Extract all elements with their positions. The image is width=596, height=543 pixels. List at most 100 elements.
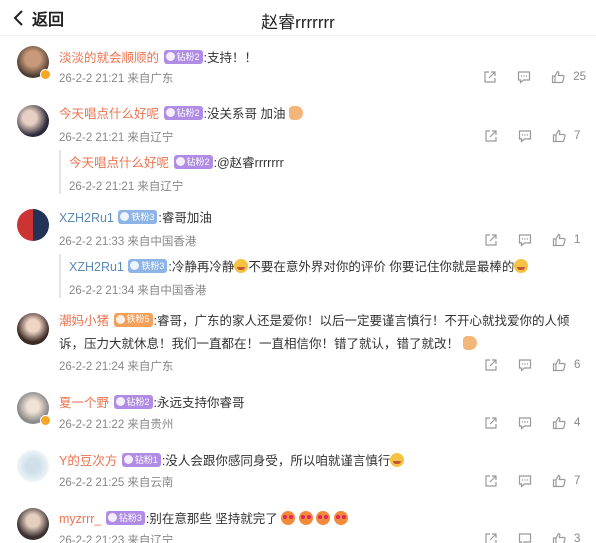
avatar[interactable] bbox=[17, 105, 49, 137]
like-icon bbox=[552, 474, 566, 488]
comment-text: :别在意那些 坚持就完了 bbox=[145, 512, 278, 526]
reply-text-2: 不要在意外界对你的评价 你要记住你就是最棒的 bbox=[248, 260, 515, 274]
comment-actions: 7 bbox=[484, 127, 586, 145]
comment-actions: 25 bbox=[483, 68, 586, 86]
diamond-icon bbox=[115, 397, 125, 406]
fan-badge[interactable]: 铁粉3 bbox=[128, 258, 168, 273]
comment-button[interactable] bbox=[518, 415, 534, 431]
like-icon bbox=[552, 129, 566, 143]
share-button[interactable] bbox=[484, 357, 500, 373]
like-button[interactable] bbox=[552, 232, 568, 248]
reply-text-line: 今天唱点什么好呢 钻粉2 :@赵睿rrrrrrr bbox=[69, 154, 588, 172]
username-link[interactable]: Y的豆次方 bbox=[59, 454, 117, 468]
comment-text: :没人会跟你感同身受，所以咱就谨言慎行 bbox=[161, 454, 391, 468]
share-icon bbox=[485, 359, 497, 371]
like-icon bbox=[552, 70, 565, 84]
comment-icon bbox=[518, 130, 532, 143]
comment-icon bbox=[518, 533, 532, 543]
like-button[interactable] bbox=[552, 531, 568, 543]
comment-text: :永远支持你睿哥 bbox=[153, 396, 245, 410]
share-icon bbox=[485, 417, 497, 429]
heart-eyes-emoji-icon bbox=[298, 511, 313, 525]
comment-text-line: Y的豆次方 钻粉1:没人会跟你感同身受，所以咱就谨言慎行 bbox=[59, 452, 588, 470]
fan-badge-label: 钻粉1 bbox=[134, 454, 158, 465]
fan-badge-label: 铁粉5 bbox=[126, 314, 150, 324]
comment-text-line: myzrrr_ 钻粉3:别在意那些 坚持就完了 bbox=[59, 510, 588, 528]
fan-badge[interactable]: 钻粉3 bbox=[105, 510, 145, 525]
fan-badge[interactable]: 钻粉2 bbox=[113, 394, 153, 409]
diamond-icon bbox=[175, 157, 185, 166]
like-count: 3 bbox=[574, 533, 581, 543]
comment-text: :睿哥加油 bbox=[158, 211, 212, 225]
comment-meta: 26-2-2 21:24 来自广东 bbox=[59, 361, 174, 373]
comment-icon bbox=[518, 234, 532, 247]
username-link[interactable]: XZH2Ru1 bbox=[69, 260, 124, 274]
comment-text: :没关系哥 加油 bbox=[203, 107, 286, 121]
like-button[interactable] bbox=[552, 415, 568, 431]
avatar[interactable] bbox=[17, 450, 49, 482]
comment-item: 潮妈小猪 铁粉5:睿哥，广东的家人还是爱你！以后一定要谨言慎行！不开心就找爱你的… bbox=[0, 308, 596, 380]
heart-eyes-emoji-icon bbox=[333, 511, 348, 525]
like-button[interactable] bbox=[551, 69, 567, 85]
like-icon bbox=[552, 233, 566, 247]
share-button[interactable] bbox=[484, 531, 500, 543]
comment-button[interactable] bbox=[517, 69, 533, 85]
share-button[interactable] bbox=[484, 473, 500, 489]
avatar[interactable] bbox=[17, 209, 49, 241]
reply-text: :冷静再冷静 bbox=[168, 260, 235, 274]
username-link[interactable]: 今天唱点什么好呢 bbox=[69, 156, 169, 170]
diamond-icon bbox=[107, 513, 117, 522]
like-count: 6 bbox=[574, 359, 581, 371]
comment-actions: 7 bbox=[484, 472, 586, 490]
username-link[interactable]: 潮妈小猪 bbox=[59, 314, 109, 328]
verified-badge-icon bbox=[40, 69, 51, 80]
fan-badge-label: 铁粉3 bbox=[131, 211, 155, 222]
share-button[interactable] bbox=[483, 69, 499, 85]
fan-badge[interactable]: 铁粉5 bbox=[113, 312, 153, 327]
username-link[interactable]: 淡淡的就会顺顺的 bbox=[59, 51, 159, 65]
share-button[interactable] bbox=[484, 415, 500, 431]
comment-actions: 6 bbox=[484, 356, 586, 374]
comment-meta: 26-2-2 21:25 来自云南 bbox=[59, 477, 174, 489]
comment-button[interactable] bbox=[518, 473, 534, 489]
username-link[interactable]: 今天唱点什么好呢 bbox=[59, 107, 159, 121]
heart-icon bbox=[115, 315, 125, 324]
verified-badge-icon bbox=[40, 415, 51, 426]
comment-item: 淡淡的就会顺顺的 钻粉2:支持！！ 26-2-2 21:21 来自广东 25 bbox=[0, 44, 596, 94]
fan-badge[interactable]: 钻粉2 bbox=[163, 49, 203, 64]
share-button[interactable] bbox=[484, 128, 500, 144]
fan-badge[interactable]: 钻粉2 bbox=[163, 105, 203, 120]
crying-emoji-icon bbox=[514, 259, 529, 273]
fan-badge[interactable]: 钻粉2 bbox=[173, 154, 213, 169]
reply-item: 今天唱点什么好呢 钻粉2 :@赵睿rrrrrrr 26-2-2 21:21 来自辽… bbox=[0, 150, 596, 194]
page-title: 赵睿rrrrrrr bbox=[261, 13, 335, 32]
share-button[interactable] bbox=[484, 232, 500, 248]
reply-meta: 26-2-2 21:21 来自辽宁 bbox=[69, 181, 184, 193]
sweat-emoji-icon bbox=[390, 453, 405, 467]
fan-badge[interactable]: 铁粉3 bbox=[118, 209, 158, 224]
fan-badge-label: 钻粉2 bbox=[186, 156, 210, 167]
like-button[interactable] bbox=[552, 357, 568, 373]
fan-badge-label: 钻粉2 bbox=[126, 396, 150, 407]
comment-icon bbox=[518, 417, 532, 430]
fan-badge-label: 铁粉3 bbox=[141, 260, 165, 271]
like-button[interactable] bbox=[552, 128, 568, 144]
username-link[interactable]: XZH2Ru1 bbox=[59, 211, 114, 225]
reply-text[interactable]: :@赵睿rrrrrrr bbox=[214, 156, 284, 170]
comment-button[interactable] bbox=[518, 357, 534, 373]
comment-meta: 26-2-2 21:33 来自中国香港 bbox=[59, 236, 197, 248]
like-button[interactable] bbox=[552, 473, 568, 489]
username-link[interactable]: myzrrr_ bbox=[59, 512, 101, 526]
comment-button[interactable] bbox=[518, 128, 534, 144]
share-icon bbox=[485, 234, 497, 246]
comment-button[interactable] bbox=[518, 531, 534, 543]
fan-badge[interactable]: 钻粉1 bbox=[121, 452, 161, 467]
avatar[interactable] bbox=[17, 313, 49, 345]
comment-meta: 26-2-2 21:22 来自贵州 bbox=[59, 419, 174, 431]
comment-actions: 3 bbox=[484, 530, 586, 543]
comment-item: XZH2Ru1 铁粉3:睿哥加油 26-2-2 21:33 来自中国香港 1 X… bbox=[0, 204, 596, 300]
comment-button[interactable] bbox=[518, 232, 534, 248]
comment-meta: 26-2-2 21:21 来自辽宁 bbox=[59, 132, 174, 144]
avatar[interactable] bbox=[17, 508, 49, 540]
username-link[interactable]: 夏一个野 bbox=[59, 396, 109, 410]
